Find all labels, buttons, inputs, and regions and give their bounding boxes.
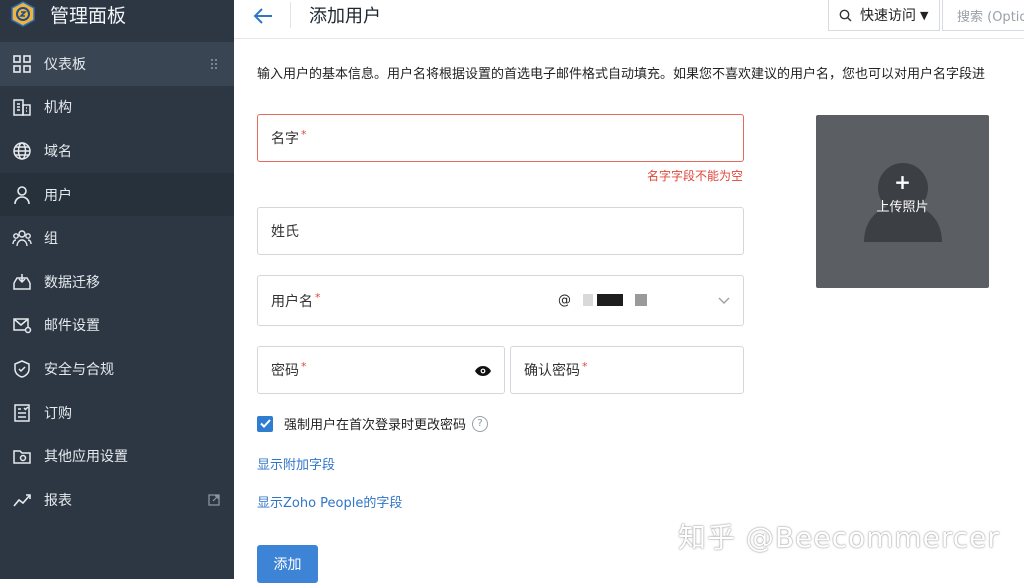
redacted-domain [635,294,647,306]
confirm-password-label: 确认密码 * [524,360,588,379]
force-password-change-row: 强制用户在首次登录时更改密码 ? [257,414,489,433]
search-input[interactable]: 搜索 (Optio [942,0,1024,31]
globe-icon [11,140,33,162]
sidebar-item-label: 安全与合规 [44,361,114,378]
required-mark: * [582,360,588,373]
show-extra-fields-link[interactable]: 显示附加字段 [257,454,335,473]
subscription-icon [11,402,33,424]
username-field[interactable]: 用户名 * @ [257,275,744,326]
chevron-down-icon[interactable] [717,293,731,307]
upload-photo-button[interactable]: + 上传照片 [816,115,989,288]
sidebar-item-users[interactable]: 用户 [0,172,234,217]
force-password-change-label: 强制用户在首次登录时更改密码 [284,418,467,433]
header-divider [290,2,291,28]
help-icon[interactable]: ? [472,415,489,432]
confirm-password-field[interactable]: 确认密码 * [510,346,744,394]
add-button[interactable]: 添加 [257,545,318,583]
sidebar-item-label: 仪表板 [44,56,86,73]
sidebar-item-reports[interactable]: 报表 [0,478,234,522]
sidebar-item-organization[interactable]: 机构 [0,86,234,130]
quick-access-label: 快速访问 [860,8,916,24]
first-name-field[interactable]: 名字 * [257,114,744,162]
sidebar-item-security[interactable]: 安全与合规 [0,347,234,391]
quick-access-dropdown[interactable]: 快速访问 ▼ [828,0,940,31]
show-zoho-people-fields-link[interactable]: 显示Zoho People的字段 [257,492,402,511]
migration-icon [11,271,33,293]
form-description: 输入用户的基本信息。用户名将根据设置的首选电子邮件格式自动填充。如果您不喜欢建议… [257,67,986,82]
watermark: 知乎 @Beecommercer [678,521,1000,554]
sidebar-title: 管理面板 [50,4,127,27]
first-name-error: 名字字段不能为空 [646,169,743,183]
search-icon [839,9,852,21]
redacted-domain [583,294,593,306]
sidebar-item-label: 组 [44,231,58,248]
sidebar-item-label: 订购 [44,405,72,422]
eye-icon[interactable] [474,365,492,377]
sidebar-item-data-migration[interactable]: 数据迁移 [0,260,234,304]
password-field[interactable]: 密码 * [257,346,505,394]
sidebar-item-label: 其他应用设置 [44,449,128,466]
sidebar-item-subscription[interactable]: 订购 [0,391,234,435]
page-title: 添加用户 [309,6,381,27]
force-password-change-checkbox[interactable] [257,415,273,432]
sidebar-item-mail-settings[interactable]: 邮件设置 [0,304,234,348]
building-icon [11,96,33,118]
sidebar-item-label: 域名 [44,143,72,160]
upload-photo-label: 上传照片 [876,200,929,215]
sidebar-item-label: 机构 [44,100,72,117]
required-mark: * [301,360,307,373]
dashboard-icon [11,53,33,75]
group-icon [11,227,33,249]
last-name-field[interactable]: 姓氏 [257,207,744,255]
sidebar: 管理面板 仪表板 机构 域名 用户 组 数据迁移 邮件设置 安全与合规 订购 其… [0,0,234,579]
sidebar-item-label: 数据迁移 [44,274,100,291]
required-mark: * [315,290,321,304]
brand: 管理面板 [0,0,234,28]
chart-icon [11,489,33,511]
sidebar-item-groups[interactable]: 组 [0,216,234,260]
password-label: 密码 * [271,360,307,379]
back-arrow-icon[interactable] [252,6,274,26]
at-symbol: @ [558,292,571,308]
user-icon [11,184,33,206]
drag-handle-icon[interactable] [208,58,220,70]
external-link-icon[interactable] [208,494,220,506]
required-mark: * [301,128,307,141]
app-settings-icon [11,445,33,467]
sidebar-item-label: 用户 [44,187,72,204]
admin-logo-icon [11,1,35,27]
sidebar-item-label: 报表 [44,492,72,509]
username-label: 用户名 * [271,290,321,310]
caret-down-icon: ▼ [920,8,929,22]
shield-icon [11,358,33,380]
page-header: 添加用户 快速访问 ▼ 搜索 (Optio [234,0,1024,39]
first-name-label: 名字 * [271,128,307,147]
sidebar-item-domains[interactable]: 域名 [0,129,234,173]
mail-settings-icon [11,314,33,336]
last-name-label: 姓氏 [271,224,299,240]
sidebar-item-app-settings[interactable]: 其他应用设置 [0,434,234,478]
checkmark-icon [259,419,271,428]
plus-icon: + [894,170,911,194]
sidebar-item-label: 邮件设置 [44,318,100,335]
sidebar-item-dashboard[interactable]: 仪表板 [0,42,234,86]
sidebar-nav: 仪表板 机构 域名 用户 组 数据迁移 邮件设置 安全与合规 订购 其他应用设置… [0,42,234,522]
redacted-domain [597,294,623,306]
domain-select[interactable]: @ [558,276,647,324]
